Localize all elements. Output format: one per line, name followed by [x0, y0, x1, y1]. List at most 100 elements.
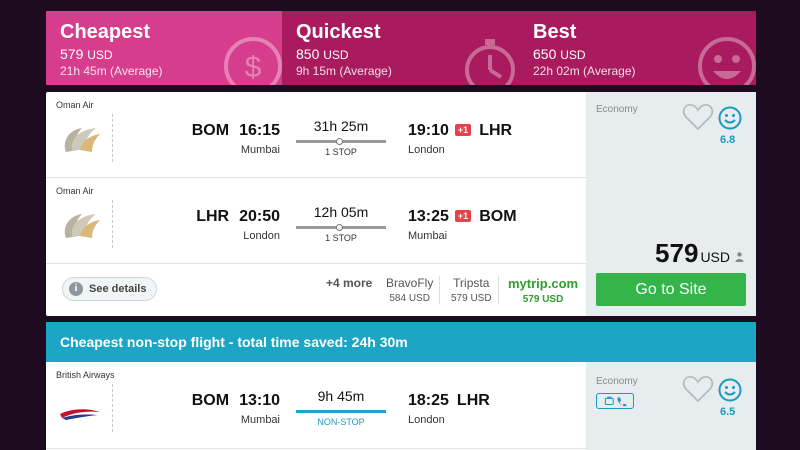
cabin-class: Economy — [596, 376, 638, 387]
arr-code: LHR — [479, 122, 513, 139]
arr-code: BOM — [479, 208, 517, 225]
price-currency: USD — [700, 249, 730, 265]
tab-price-value: 650 — [533, 46, 557, 62]
departure: BOM 16:15 Mumbai — [192, 122, 280, 156]
tab-quickest[interactable]: Quickest 850 USD 9h 15m (Average) — [282, 11, 519, 85]
route-line — [296, 224, 386, 231]
dep-city: Mumbai — [240, 144, 280, 156]
provider-price: 579 USD — [451, 293, 492, 304]
provider-name: mytrip.com — [508, 276, 579, 291]
cabin-class: Economy — [596, 104, 638, 115]
provider-mytrip[interactable]: mytrip.com 579 USD — [508, 276, 578, 305]
dep-time: 13:10 — [239, 392, 280, 409]
dep-code: BOM — [191, 122, 230, 139]
oman-air-logo — [64, 128, 100, 152]
price-panel: Economy 6.5 — [586, 362, 756, 450]
stops-label: 1 STOP — [325, 147, 357, 157]
total-price: 579 USD — [655, 238, 730, 269]
provider-bravofly[interactable]: BravoFly 584 USD — [386, 276, 441, 304]
return-leg[interactable]: Oman Air LHR 20:50 London 12h 05m 1 STOP … — [46, 178, 586, 264]
heart-icon[interactable] — [682, 374, 714, 404]
dep-city: Mumbai — [240, 414, 280, 426]
route-line — [296, 410, 386, 413]
airline-name: British Airways — [56, 370, 115, 380]
info-icon: i — [69, 282, 83, 296]
arr-city: Mumbai — [408, 230, 448, 242]
day-offset-badge: +1 — [454, 210, 472, 222]
heart-icon[interactable] — [682, 102, 714, 132]
card-footer: i See details +4 more BravoFly 584 USD Tr… — [46, 264, 586, 316]
dep-time: 20:50 — [239, 208, 280, 225]
result-card-nonstop: British Airways BOM 13:10 Mumbai 9h 45m N… — [46, 362, 756, 450]
itinerary: British Airways BOM 13:10 Mumbai 9h 45m N… — [46, 362, 586, 450]
day-offset-badge: +1 — [454, 124, 472, 136]
duration: 31h 25m 1 STOP — [296, 118, 386, 157]
divider — [46, 448, 586, 449]
smiley-icon — [698, 37, 756, 85]
route-line — [296, 138, 386, 145]
stops-label: NON-STOP — [317, 417, 365, 427]
itinerary: Oman Air BOM 16:15 Mumbai 31h 25m 1 STOP … — [46, 92, 586, 316]
smiley-rating-icon — [718, 106, 742, 130]
arr-time: 13:25 — [408, 208, 449, 225]
arrival: 19:10 +1 LHR London — [408, 122, 512, 156]
price-amount: 579 — [655, 238, 699, 268]
svg-text:$: $ — [245, 51, 262, 84]
airline-name: Oman Air — [56, 100, 94, 110]
departure: LHR 20:50 London — [196, 208, 280, 242]
airline-name: Oman Air — [56, 186, 94, 196]
price-panel: Economy 6.8 579 USD Go to Site — [586, 92, 756, 316]
arr-city: London — [408, 414, 445, 426]
duration-text: 31h 25m — [313, 118, 369, 134]
see-details-button[interactable]: i See details — [62, 277, 158, 301]
provider-tripsta[interactable]: Tripsta 579 USD — [451, 276, 499, 304]
british-airways-logo — [60, 409, 100, 420]
outbound-leg[interactable]: Oman Air BOM 16:15 Mumbai 31h 25m 1 STOP … — [46, 92, 586, 178]
duration: 9h 45m NON-STOP — [296, 388, 386, 427]
divider — [112, 114, 113, 162]
outbound-leg[interactable]: British Airways BOM 13:10 Mumbai 9h 45m N… — [46, 362, 586, 450]
stops-label: 1 STOP — [325, 233, 357, 243]
dollar-coin-icon: $ — [224, 37, 282, 85]
smiley-rating-icon — [718, 378, 742, 402]
dep-time: 16:15 — [239, 122, 280, 139]
oman-air-logo — [64, 214, 100, 238]
duration: 12h 05m 1 STOP — [296, 204, 386, 243]
arrival: 13:25 +1 BOM Mumbai — [408, 208, 517, 242]
amenities-icon[interactable] — [596, 393, 634, 409]
result-card: Oman Air BOM 16:15 Mumbai 31h 25m 1 STOP … — [46, 92, 756, 316]
departure: BOM 13:10 Mumbai — [192, 392, 280, 426]
person-icon — [735, 252, 744, 262]
tab-best[interactable]: Best 650 USD 22h 02m (Average) — [519, 11, 756, 85]
go-to-site-button[interactable]: Go to Site — [596, 273, 746, 306]
duration-text: 9h 45m — [317, 388, 365, 404]
arrival: 18:25 LHR London — [408, 392, 490, 426]
nonstop-banner: Cheapest non-stop flight - total time sa… — [46, 322, 756, 362]
tab-currency: USD — [560, 48, 586, 62]
tab-price-value: 579 — [60, 46, 84, 62]
sort-tabs: Cheapest 579 USD 21h 45m (Average) $ Qui… — [46, 11, 756, 85]
arr-code: LHR — [456, 392, 490, 409]
tab-cheapest[interactable]: Cheapest 579 USD 21h 45m (Average) $ — [46, 11, 282, 85]
rating-score: 6.5 — [720, 406, 736, 418]
provider-name: Tripsta — [453, 276, 490, 290]
provider-price: 584 USD — [389, 293, 430, 304]
arr-city: London — [408, 144, 445, 156]
arr-time: 18:25 — [408, 392, 449, 409]
more-providers-link[interactable]: +4 more — [326, 276, 372, 290]
stop-dot — [336, 224, 343, 231]
dep-city: London — [243, 230, 280, 242]
duration-text: 12h 05m — [313, 204, 369, 220]
rating-score: 6.8 — [720, 134, 736, 146]
dep-code: BOM — [191, 392, 230, 409]
provider-name: BravoFly — [386, 276, 434, 290]
tab-currency: USD — [87, 48, 113, 62]
tab-currency: USD — [323, 48, 349, 62]
provider-price: 579 USD — [522, 294, 564, 305]
see-details-label: See details — [89, 283, 147, 295]
stopwatch-icon — [465, 39, 515, 85]
divider — [112, 384, 113, 432]
stop-dot — [336, 138, 343, 145]
dep-code: LHR — [196, 208, 230, 225]
divider — [112, 200, 113, 248]
